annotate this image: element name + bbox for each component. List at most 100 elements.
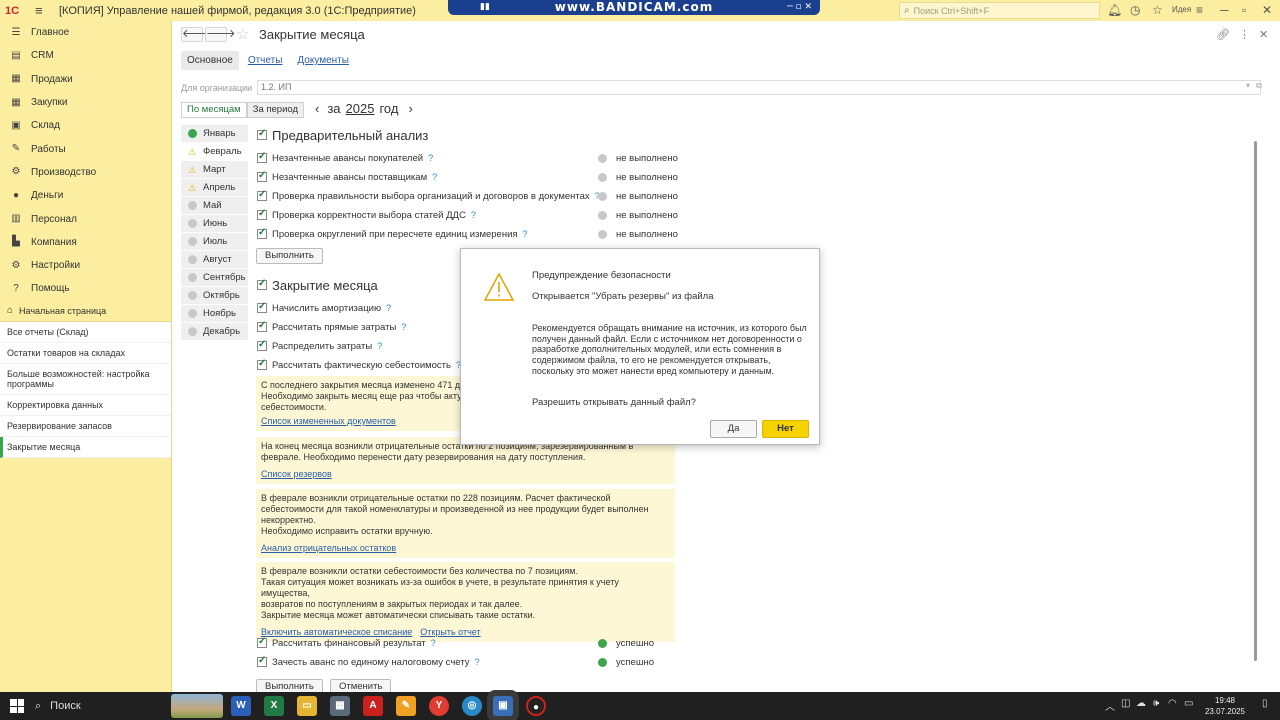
pdf-reader-icon[interactable]: A	[363, 696, 383, 716]
history-icon[interactable]: ◷	[1130, 3, 1140, 17]
month-item[interactable]: Июль	[181, 233, 248, 251]
network-icon[interactable]: ▭	[1184, 698, 1193, 709]
help-question-icon[interactable]: ?	[401, 322, 406, 332]
step-checkbox[interactable]	[257, 227, 267, 239]
step-checkbox[interactable]	[257, 655, 267, 667]
step-checkbox[interactable]	[257, 339, 267, 351]
close-form-icon[interactable]: ✕	[1259, 28, 1268, 41]
file-explorer-icon[interactable]: ▭	[297, 696, 317, 716]
help-question-icon[interactable]: ?	[377, 341, 382, 351]
help-question-icon[interactable]: ?	[428, 153, 433, 163]
step-checkbox[interactable]	[257, 301, 267, 313]
sidebar-item-help[interactable]: ? Помощь	[0, 277, 171, 300]
cancel-closing-button[interactable]: Отменить	[330, 679, 392, 692]
open-window-item[interactable]: Все отчеты (Склад)	[0, 322, 171, 343]
sidebar-item-main[interactable]: ☰ Главное	[0, 21, 171, 44]
prev-year-chevron-icon[interactable]: ‹	[315, 101, 319, 116]
sidebar-item-staff[interactable]: ▥ Персонал	[0, 207, 171, 230]
sidebar-item-company[interactable]: ▙ Компания	[0, 231, 171, 254]
tab-main[interactable]: Основное	[181, 51, 239, 70]
open-window-item-active[interactable]: Закрытие месяца	[0, 437, 171, 458]
help-question-icon[interactable]: ?	[386, 303, 391, 313]
period-tab-range[interactable]: За период	[246, 102, 305, 118]
sidebar-item-works[interactable]: ✎ Работы	[0, 137, 171, 160]
taskbar-clock[interactable]: 19:48 23.07.2025	[1196, 695, 1254, 717]
favorites-star-icon[interactable]: ☆	[1152, 3, 1163, 17]
year-link[interactable]: 2025	[346, 101, 375, 116]
dialog-no-button[interactable]: Нет	[762, 420, 809, 438]
scrollbar-thumb[interactable]	[1254, 141, 1257, 661]
taskbar-search[interactable]: ⌕ Поиск	[35, 692, 81, 720]
open-window-item[interactable]: Больше возможностей: настройка программы	[0, 364, 171, 395]
tools-menu-icon[interactable]: ≡	[1196, 3, 1203, 17]
notification-center-icon[interactable]: ▯	[1262, 698, 1268, 709]
1c-app-icon[interactable]: ▣	[493, 696, 513, 716]
yandex-browser-icon[interactable]: Y	[429, 696, 449, 716]
link-icon[interactable]: 🔗︎	[1216, 28, 1230, 41]
step-checkbox[interactable]	[257, 636, 267, 648]
wifi-icon[interactable]: ◠	[1168, 698, 1177, 709]
section-checkbox[interactable]	[257, 128, 267, 140]
month-item[interactable]: ⚠ Март	[181, 161, 248, 179]
step-checkbox[interactable]	[257, 170, 267, 182]
tray-expand-chevron-icon[interactable]: ︿	[1105, 698, 1115, 713]
help-question-icon[interactable]: ?	[471, 210, 476, 220]
chrome-like-browser-icon[interactable]: ◎	[462, 696, 482, 716]
back-button[interactable]: 🡐	[181, 27, 212, 42]
sidebar-item-sales[interactable]: ▦ Продажи	[0, 68, 171, 91]
help-question-icon[interactable]: ?	[432, 172, 437, 182]
word-app-icon[interactable]: W	[231, 696, 251, 716]
run-closing-button[interactable]: Выполнить	[256, 679, 323, 692]
reserves-list-link[interactable]: Список резервов	[261, 469, 332, 479]
help-question-icon[interactable]: ?	[474, 657, 479, 667]
step-checkbox[interactable]	[257, 189, 267, 201]
close-icon[interactable]: ✕	[1262, 3, 1272, 17]
forward-button[interactable]: 🡒	[205, 27, 236, 42]
notes-app-icon[interactable]: ✎	[396, 696, 416, 716]
month-item[interactable]: Май	[181, 197, 248, 215]
month-item[interactable]: Октябрь	[181, 287, 248, 305]
month-item[interactable]: Август	[181, 251, 248, 269]
sidebar-item-money[interactable]: ● Деньги	[0, 184, 171, 207]
section-checkbox[interactable]	[257, 278, 267, 290]
sidebar-item-purchases[interactable]: ▦ Закупки	[0, 91, 171, 114]
open-window-item[interactable]: Остатки товаров на складах	[0, 343, 171, 364]
help-question-icon[interactable]: ?	[523, 229, 528, 239]
open-window-home[interactable]: ⌂ Начальная страница	[0, 301, 171, 322]
restore-icon[interactable]: ▫	[1242, 3, 1246, 17]
sidebar-item-settings[interactable]: ⚙ Настройки	[0, 254, 171, 277]
step-checkbox[interactable]	[257, 151, 267, 163]
volume-icon[interactable]: 🕪︎	[1153, 698, 1159, 709]
open-window-item[interactable]: Корректировка данных	[0, 395, 171, 416]
changed-documents-link[interactable]: Список измененных документов	[261, 416, 396, 426]
sidebar-item-crm[interactable]: ▤ CRM	[0, 44, 171, 67]
widgets-weather-icon[interactable]	[171, 694, 223, 718]
tab-reports[interactable]: Отчеты	[242, 51, 289, 70]
step-checkbox[interactable]	[257, 358, 267, 370]
more-actions-icon[interactable]: ⋮	[1239, 28, 1250, 41]
favorite-star-icon[interactable]: ☆	[236, 25, 249, 43]
dialog-yes-button[interactable]: Да	[710, 420, 757, 438]
step-checkbox[interactable]	[257, 320, 267, 332]
recorder-app-icon[interactable]: ●	[526, 696, 546, 716]
negative-stock-analysis-link[interactable]: Анализ отрицательных остатков	[261, 543, 396, 553]
month-item[interactable]: Январь	[181, 125, 248, 143]
month-item[interactable]: Июнь	[181, 215, 248, 233]
tab-documents[interactable]: Документы	[291, 51, 355, 70]
tray-app-icon[interactable]: ◫	[1121, 698, 1130, 709]
month-item[interactable]: ⚠ Апрель	[181, 179, 248, 197]
period-tab-months[interactable]: По месяцам	[181, 102, 247, 118]
excel-app-icon[interactable]: X	[264, 696, 284, 716]
month-item-selected[interactable]: ⚠ Февраль	[181, 143, 248, 161]
notifications-icon[interactable]: 🔔︎	[1107, 3, 1122, 17]
content-scrollbar[interactable]	[1253, 129, 1259, 677]
month-item[interactable]: Ноябрь	[181, 305, 248, 323]
onedrive-cloud-icon[interactable]: ☁	[1136, 698, 1146, 709]
calculator-app-icon[interactable]: ▦	[330, 696, 350, 716]
ideas-label[interactable]: Идея	[1172, 5, 1191, 14]
org-field[interactable]: 1.2. ИП	[257, 80, 1261, 95]
sidebar-item-production[interactable]: ⚙ Производство	[0, 161, 171, 184]
next-year-chevron-icon[interactable]: ›	[408, 101, 412, 116]
help-question-icon[interactable]: ?	[431, 638, 436, 648]
sidebar-item-warehouse[interactable]: ▣ Склад	[0, 114, 171, 137]
